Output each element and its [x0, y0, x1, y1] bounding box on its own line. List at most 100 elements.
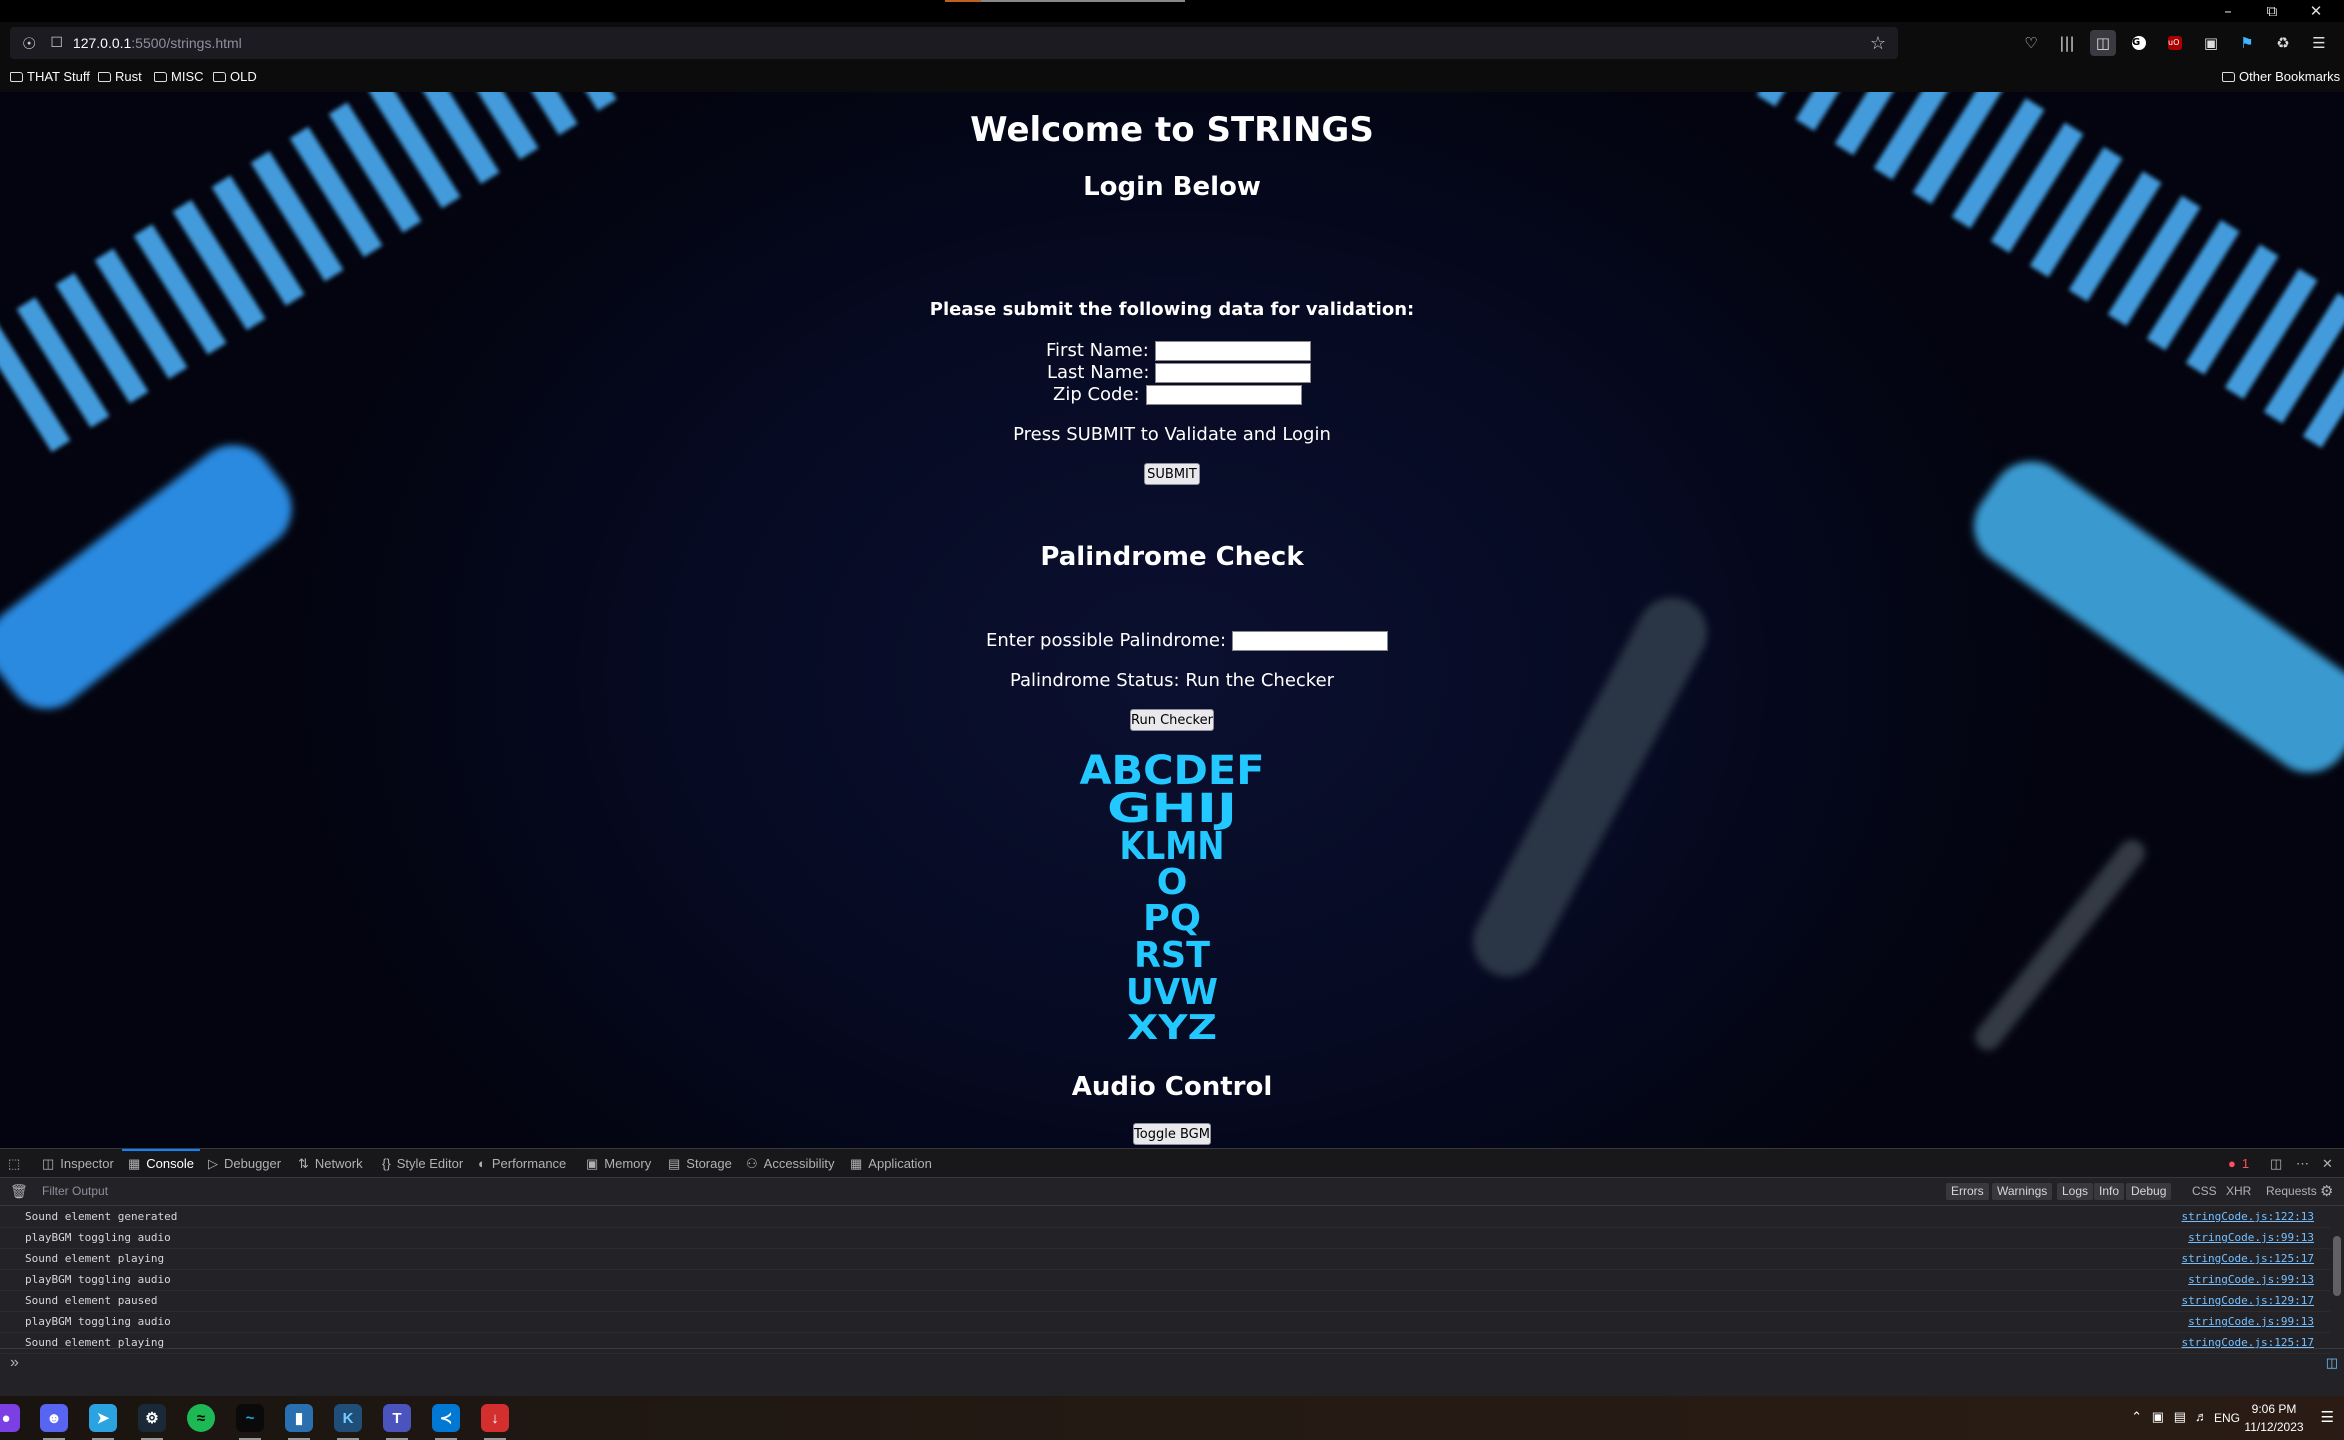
download-app-icon[interactable]: ↓: [481, 1404, 509, 1440]
source-link[interactable]: stringCode.js:125:17: [2182, 1252, 2314, 1265]
filter-logs[interactable]: Logs: [2057, 1183, 2094, 1200]
spotify-icon[interactable]: ≈: [187, 1404, 215, 1432]
clock-time[interactable]: 9:06 PM: [2244, 1402, 2304, 1416]
vpn-app-icon[interactable]: K: [334, 1404, 362, 1440]
telegram-icon[interactable]: ➤: [89, 1404, 117, 1440]
bookmark-label: Other Bookmarks: [2239, 69, 2341, 84]
extensions-icon[interactable]: ♻: [2270, 30, 2296, 56]
zip-code-input[interactable]: [1145, 384, 1302, 405]
bookmark-folder-old[interactable]: OLD: [213, 69, 257, 84]
toggle-bgm-button[interactable]: Toggle BGM: [1133, 1123, 1211, 1145]
bookmark-label: Rust: [115, 69, 142, 84]
library-icon[interactable]: |||: [2054, 30, 2080, 56]
terminal-app-icon[interactable]: ~: [236, 1404, 264, 1440]
pocket-icon[interactable]: ♡: [2018, 30, 2044, 56]
clock-date[interactable]: 11/12/2023: [2244, 1420, 2304, 1434]
tab-accessibility[interactable]: ⚇ Accessibility: [746, 1149, 834, 1178]
sidebar-icon[interactable]: ◫: [2090, 30, 2116, 56]
bookmark-star-icon[interactable]: ☆: [1870, 33, 1886, 54]
network-tray-icon[interactable]: ▤: [2174, 1409, 2186, 1425]
close-icon[interactable]: ✕: [2294, 0, 2338, 22]
first-name-input[interactable]: [1154, 340, 1311, 361]
error-count: 1: [2241, 1156, 2250, 1171]
console-scrollbar[interactable]: [2330, 1206, 2344, 1336]
console-icon: ▦: [128, 1155, 141, 1171]
devtools-extension-icon[interactable]: ⚑: [2234, 30, 2260, 56]
shield-icon[interactable]: ☉: [22, 34, 36, 53]
extension-g-icon[interactable]: G: [2126, 30, 2152, 56]
ublock-icon[interactable]: uO: [2162, 30, 2188, 56]
filter-requests[interactable]: Requests: [2266, 1183, 2317, 1200]
steam-icon[interactable]: ⚙: [138, 1404, 166, 1440]
folder-icon: [213, 71, 226, 82]
trash-icon[interactable]: 🗑: [10, 1183, 28, 1200]
bookmark-folder-that-stuff[interactable]: THAT Stuff: [10, 69, 90, 84]
console-message: Sound element generated stringCode.js:122…: [0, 1206, 2330, 1228]
editor-mode-icon[interactable]: ◫: [2326, 1355, 2338, 1371]
element-picker-icon[interactable]: ⬚: [8, 1149, 20, 1178]
tab-memory[interactable]: ▣ Memory: [586, 1149, 651, 1178]
more-options-icon[interactable]: ⋯: [2296, 1149, 2309, 1178]
last-name-input[interactable]: [1155, 362, 1312, 383]
devtools-tabbar: ⬚ ◫ Inspector ▦ Console ▷ Debugger ⇅ Network…: [0, 1148, 2344, 1178]
zip-code-label: Zip Code:: [1053, 384, 1140, 405]
tab-storage[interactable]: ▤ Storage: [668, 1149, 732, 1178]
tab-performance[interactable]: ◐ Performance: [478, 1149, 566, 1178]
folder-icon: [10, 71, 23, 82]
url-text[interactable]: 127.0.0.1:5500/strings.html: [73, 35, 242, 51]
url-field[interactable]: ☉ ☐ 127.0.0.1:5500/strings.html ☆: [10, 27, 1898, 59]
tab-network[interactable]: ⇅ Network: [298, 1149, 363, 1178]
page-icon[interactable]: ☐: [50, 35, 63, 51]
scrollbar-thumb[interactable]: [2333, 1236, 2341, 1296]
source-link[interactable]: stringCode.js:99:13: [2188, 1315, 2314, 1328]
menu-icon[interactable]: ☰: [2306, 30, 2332, 56]
run-checker-button[interactable]: Run Checker: [1130, 709, 1214, 731]
submit-button[interactable]: SUBMIT: [1144, 463, 1200, 485]
restore-icon[interactable]: ⧉: [2250, 0, 2294, 22]
display-icon[interactable]: ▣: [2152, 1409, 2164, 1425]
tab-inspector[interactable]: ◫ Inspector: [42, 1149, 114, 1178]
error-count-badge[interactable]: ● 1: [2228, 1149, 2249, 1178]
performance-icon: ◐: [478, 1156, 486, 1171]
tray-overflow-icon[interactable]: ⌃: [2131, 1409, 2142, 1425]
logo-row: UVW: [1126, 972, 1218, 1013]
notifications-icon[interactable]: ☰: [2321, 1408, 2334, 1426]
filter-debug[interactable]: Debug: [2126, 1183, 2172, 1200]
filter-xhr[interactable]: XHR: [2226, 1183, 2251, 1200]
console-input[interactable]: » ◫: [0, 1348, 2344, 1378]
storage-icon: ▤: [668, 1155, 681, 1171]
tab-application[interactable]: ▦ Application: [850, 1149, 932, 1178]
message-text: playBGM toggling audio: [25, 1231, 171, 1244]
logo-row: PQ: [1143, 898, 1201, 939]
vscode-icon[interactable]: ≺: [432, 1404, 460, 1440]
settings-gear-icon[interactable]: ⚙: [2320, 1183, 2333, 1200]
volume-icon[interactable]: ♬: [2195, 1409, 2208, 1424]
teams-icon[interactable]: T: [383, 1404, 411, 1440]
source-link[interactable]: stringCode.js:99:13: [2188, 1273, 2314, 1286]
active-tab-indicator[interactable]: [945, 0, 1185, 2]
taskbar-app-icon[interactable]: ●: [0, 1404, 20, 1432]
source-link[interactable]: stringCode.js:99:13: [2188, 1231, 2314, 1244]
tab-console[interactable]: ▦ Console: [122, 1149, 200, 1178]
bookmark-folder-misc[interactable]: MISC: [154, 69, 204, 84]
source-link[interactable]: stringCode.js:122:13: [2182, 1210, 2314, 1223]
palindrome-input[interactable]: [1232, 630, 1389, 651]
tab-debugger[interactable]: ▷ Debugger: [208, 1149, 281, 1178]
filter-warnings[interactable]: Warnings: [1992, 1183, 2053, 1200]
filter-input[interactable]: Filter Output: [42, 1184, 108, 1198]
dock-icon[interactable]: ◫: [2270, 1149, 2282, 1178]
tab-style-editor[interactable]: {} Style Editor: [382, 1149, 463, 1178]
bookmark-folder-rust[interactable]: Rust: [98, 69, 142, 84]
bookmark-folder-other[interactable]: Other Bookmarks: [2222, 69, 2340, 84]
minimize-icon[interactable]: –: [2206, 0, 2250, 22]
filter-css[interactable]: CSS: [2192, 1183, 2217, 1200]
filter-info[interactable]: Info: [2094, 1183, 2125, 1200]
discord-icon[interactable]: ☻: [40, 1404, 68, 1440]
document-app-icon[interactable]: ▮: [285, 1404, 313, 1440]
close-devtools-icon[interactable]: ✕: [2322, 1149, 2333, 1178]
reader-icon[interactable]: ▣: [2198, 30, 2224, 56]
devtools-panel: ⬚ ◫ Inspector ▦ Console ▷ Debugger ⇅ Network…: [0, 1148, 2344, 1396]
language-indicator[interactable]: ENG: [2214, 1411, 2240, 1425]
source-link[interactable]: stringCode.js:129:17: [2182, 1294, 2314, 1307]
filter-errors[interactable]: Errors: [1946, 1183, 1989, 1200]
